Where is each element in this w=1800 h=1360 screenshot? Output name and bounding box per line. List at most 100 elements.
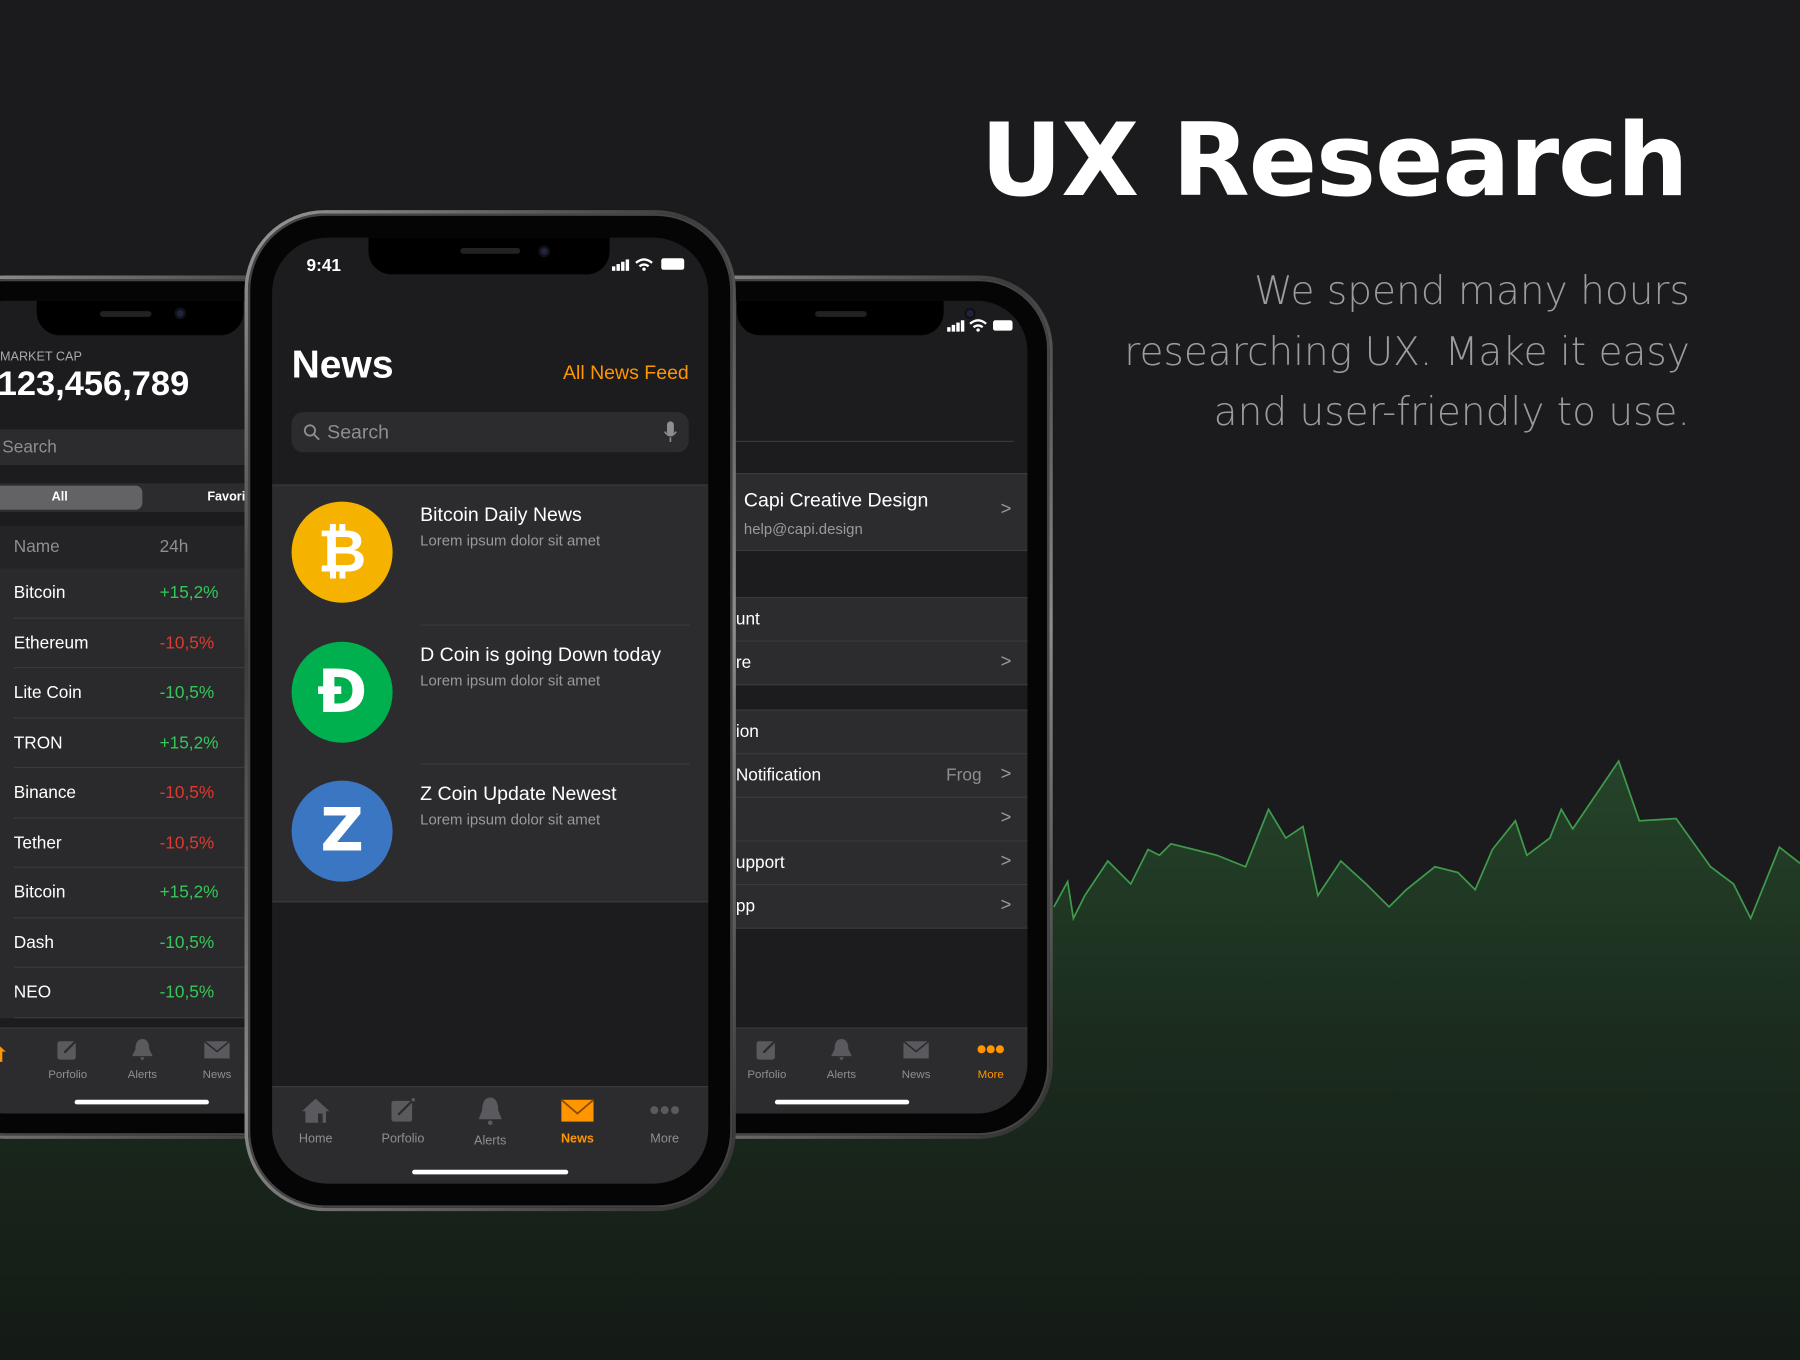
news-subtitle: Lorem ipsum dolor sit amet — [420, 531, 601, 549]
coin-name: Binance — [13, 782, 77, 803]
tab-more[interactable]: More — [951, 1038, 1028, 1081]
dcoin-icon: Đ — [291, 641, 393, 743]
settings-row-label: ion — [735, 722, 759, 742]
home-icon — [301, 1098, 331, 1129]
tab-news[interactable]: News — [876, 1038, 956, 1081]
column-name: Name — [13, 537, 60, 557]
notification-value: Frog — [946, 765, 982, 786]
market-cap-label: MARKET CAP — [0, 350, 82, 364]
coin-change: -10,5% — [159, 782, 215, 803]
edit-icon — [57, 1040, 77, 1060]
segment-all[interactable]: All — [0, 485, 143, 510]
profile-name: Capi Creative Design — [743, 489, 929, 511]
tab-alerts[interactable]: Alerts — [102, 1038, 182, 1081]
chevron-right-icon: > — [1000, 851, 1012, 872]
notch — [36, 300, 244, 336]
center-phone-news: 9:41 News All News Feed Search ₿ Bitcoin… — [244, 210, 736, 1212]
news-title: Bitcoin Daily News — [420, 503, 582, 526]
news-item[interactable]: Đ D Coin is going Down today Lorem ipsum… — [272, 625, 708, 765]
profile-email: help@capi.design — [743, 520, 863, 538]
search-input[interactable]: Search — [291, 412, 689, 453]
coin-change: -10,5% — [159, 982, 215, 1003]
edit-icon — [389, 1098, 417, 1129]
notch — [737, 300, 976, 336]
notch — [368, 237, 610, 275]
home-indicator — [774, 1099, 910, 1105]
zcoin-icon: Z — [291, 780, 393, 882]
search-icon — [303, 424, 320, 441]
coin-change: -10,5% — [159, 683, 215, 703]
more-icon — [647, 1106, 681, 1129]
tab-label: Porfolio — [381, 1131, 425, 1146]
settings-row-label: unt — [735, 609, 760, 630]
hero-title: UX Research — [980, 101, 1688, 220]
search-placeholder: Search — [327, 421, 390, 444]
news-title: Z Coin Update Newest — [420, 782, 617, 805]
envelope-icon — [560, 1099, 595, 1129]
tab-alerts[interactable]: Alerts — [450, 1096, 530, 1148]
status-icons — [947, 319, 1013, 332]
tab-more[interactable]: More — [625, 1096, 705, 1146]
home-icon — [0, 1046, 6, 1062]
tab-porfolio[interactable]: Porfolio — [363, 1096, 443, 1146]
bell-icon — [831, 1038, 852, 1061]
bell-icon — [476, 1097, 504, 1131]
settings-row-label: re — [735, 653, 752, 673]
envelope-icon — [203, 1040, 231, 1059]
chevron-right-icon: > — [1000, 652, 1012, 672]
news-item[interactable]: Z Z Coin Update Newest Lorem ipsum dolor… — [272, 765, 708, 904]
divider — [723, 440, 1014, 442]
news-subtitle: Lorem ipsum dolor sit amet — [420, 671, 601, 689]
tab-label: Alerts — [474, 1134, 507, 1148]
tab-home[interactable]: Home — [276, 1096, 356, 1146]
chevron-right-icon: > — [1000, 808, 1012, 828]
home-indicator — [74, 1099, 209, 1105]
tab-portfolio[interactable]: Porfolio — [28, 1038, 108, 1081]
microphone-icon[interactable] — [664, 421, 678, 443]
coin-change: -10,5% — [159, 832, 215, 853]
chevron-right-icon: > — [1000, 764, 1012, 785]
envelope-icon — [902, 1040, 930, 1059]
news-subtitle: Lorem ipsum dolor sit amet — [420, 810, 601, 828]
settings-row-label: upport — [735, 852, 785, 873]
coin-change: +15,2% — [159, 583, 219, 603]
tab-label: More — [650, 1131, 680, 1146]
settings-row-label: Notification — [735, 765, 822, 786]
search-placeholder: Search — [2, 437, 57, 457]
news-list: ₿ Bitcoin Daily News Lorem ipsum dolor s… — [272, 484, 709, 904]
coin-name: Lite Coin — [13, 683, 82, 703]
edit-icon — [756, 1040, 776, 1060]
settings-row-label: pp — [735, 896, 756, 917]
status-icons — [611, 258, 685, 271]
coin-name: TRON — [13, 732, 63, 753]
coin-change: +15,2% — [159, 732, 219, 753]
coin-name: NEO — [13, 982, 52, 1003]
tab-news[interactable]: News — [537, 1096, 617, 1146]
home-indicator — [412, 1169, 569, 1175]
bitcoin-icon: ₿ — [291, 501, 393, 603]
more-dots-icon — [977, 1045, 1004, 1054]
chevron-right-icon: > — [1000, 895, 1012, 915]
bell-icon — [132, 1038, 153, 1061]
news-item[interactable]: ₿ Bitcoin Daily News Lorem ipsum dolor s… — [272, 486, 708, 626]
coin-change: -10,5% — [159, 932, 215, 953]
tab-alerts[interactable]: Alerts — [801, 1038, 881, 1081]
page-title: News — [291, 343, 394, 387]
hero-text: We spend many hours researching UX. Make… — [1124, 268, 1690, 436]
coin-change: -10,5% — [159, 633, 215, 653]
market-cap-value: 123,456,789 — [0, 365, 190, 403]
coin-change: +15,2% — [159, 882, 219, 903]
tab-portfolio[interactable]: Porfolio — [727, 1038, 807, 1081]
tab-label: Home — [298, 1131, 333, 1146]
coin-name: Tether — [13, 832, 62, 853]
all-news-feed-link[interactable]: All News Feed — [563, 362, 689, 385]
coin-name: Bitcoin — [13, 882, 66, 903]
coin-name: Dash — [13, 932, 54, 953]
tab-label: News — [560, 1131, 594, 1146]
column-24h: 24h — [159, 537, 189, 557]
coin-name: Bitcoin — [13, 583, 66, 603]
status-time: 9:41 — [306, 256, 341, 276]
coin-name: Ethereum — [13, 633, 89, 653]
news-title: D Coin is going Down today — [420, 643, 661, 666]
chevron-right-icon: > — [1000, 499, 1012, 519]
